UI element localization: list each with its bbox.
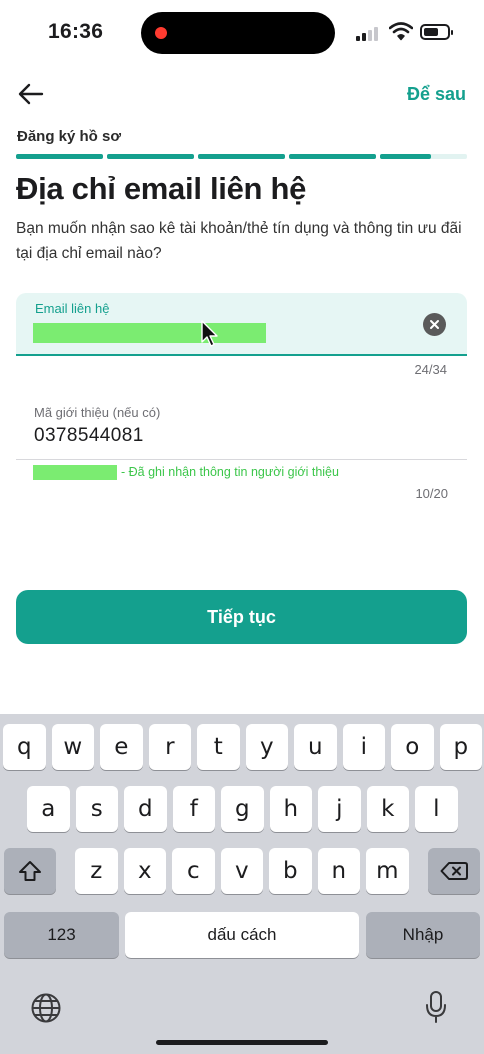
mouse-pointer-icon [201, 320, 218, 347]
cellular-signal-icon [356, 25, 382, 41]
referral-field-value: 0378544081 [34, 425, 144, 446]
email-field-label: Email liên hệ [35, 301, 110, 316]
referrer-name-redacted [33, 464, 117, 480]
page-description: Bạn muốn nhận sao kê tài khoản/thẻ tín d… [16, 220, 462, 262]
key-t[interactable]: t [197, 724, 240, 770]
key-e[interactable]: e [100, 724, 143, 770]
page-title: Địa chỉ email liên hệ [16, 171, 307, 206]
clear-email-button[interactable] [423, 313, 446, 336]
arrow-left-icon [18, 83, 44, 105]
back-button[interactable] [16, 80, 46, 108]
globe-icon[interactable] [30, 992, 62, 1029]
progress-segment-filled [198, 154, 285, 159]
progress-indicator [16, 154, 467, 159]
email-value-redacted [33, 323, 266, 343]
progress-segment-filled [289, 154, 376, 159]
key-y[interactable]: y [245, 724, 289, 770]
shift-icon [19, 861, 41, 881]
referral-confirmation-text: - Đã ghi nhận thông tin người giới thiệu [121, 465, 339, 479]
battery-level [424, 28, 439, 36]
key-x[interactable]: x [123, 848, 167, 894]
key-s[interactable]: s [75, 786, 119, 832]
key-p[interactable]: p [439, 724, 483, 770]
status-time: 16:36 [48, 20, 104, 43]
key-v[interactable]: v [220, 848, 264, 894]
referral-confirmation: - Đã ghi nhận thông tin người giới thiệu [33, 464, 339, 480]
key-z[interactable]: z [75, 848, 118, 894]
numbers-key[interactable]: 123 [4, 912, 119, 958]
key-m[interactable]: m [366, 848, 409, 894]
battery-icon [420, 24, 453, 40]
dynamic-island [141, 12, 335, 54]
later-link[interactable]: Để sau [407, 84, 466, 105]
referral-code-field[interactable]: Mã giới thiệu (nếu có) 0378544081 [16, 397, 467, 460]
recording-indicator-icon [155, 27, 167, 39]
key-a[interactable]: a [27, 786, 70, 832]
key-n[interactable]: n [317, 848, 361, 894]
wifi-icon [388, 21, 414, 41]
key-r[interactable]: r [148, 724, 192, 770]
key-c[interactable]: c [172, 848, 215, 894]
key-d[interactable]: d [124, 786, 167, 832]
referral-field-label: Mã giới thiệu (nếu có) [34, 405, 161, 420]
microphone-icon[interactable] [424, 990, 448, 1029]
continue-button[interactable]: Tiếp tục [16, 590, 467, 644]
shift-key[interactable] [4, 848, 56, 894]
key-h[interactable]: h [269, 786, 313, 832]
on-screen-keyboard: 123 dấu cách Nhập qwertyuiop asdfghjkl zxc… [0, 714, 484, 1054]
progress-segment-filled [16, 154, 103, 159]
progress-segment-filled [107, 154, 194, 159]
step-label: Đăng ký hồ sơ [17, 128, 122, 145]
status-bar: 16:36 [0, 0, 484, 66]
space-key[interactable]: dấu cách [125, 912, 359, 958]
key-o[interactable]: o [391, 724, 434, 770]
key-g[interactable]: g [221, 786, 264, 832]
key-b[interactable]: b [269, 848, 312, 894]
key-u[interactable]: u [294, 724, 337, 770]
backspace-key[interactable] [428, 848, 480, 894]
key-k[interactable]: k [366, 786, 410, 832]
referral-char-counter: 10/20 [415, 486, 448, 501]
clear-circle-icon [430, 320, 439, 329]
key-l[interactable]: l [415, 786, 458, 832]
key-q[interactable]: q [3, 724, 46, 770]
key-f[interactable]: f [172, 786, 216, 832]
key-j[interactable]: j [318, 786, 361, 832]
email-char-counter: 24/34 [414, 362, 447, 377]
progress-segment-filled [380, 154, 431, 159]
return-key[interactable]: Nhập [366, 912, 480, 958]
key-i[interactable]: i [342, 724, 386, 770]
email-field[interactable]: Email liên hệ [16, 293, 467, 356]
key-w[interactable]: w [51, 724, 95, 770]
home-indicator [156, 1040, 328, 1045]
backspace-icon [440, 862, 468, 880]
